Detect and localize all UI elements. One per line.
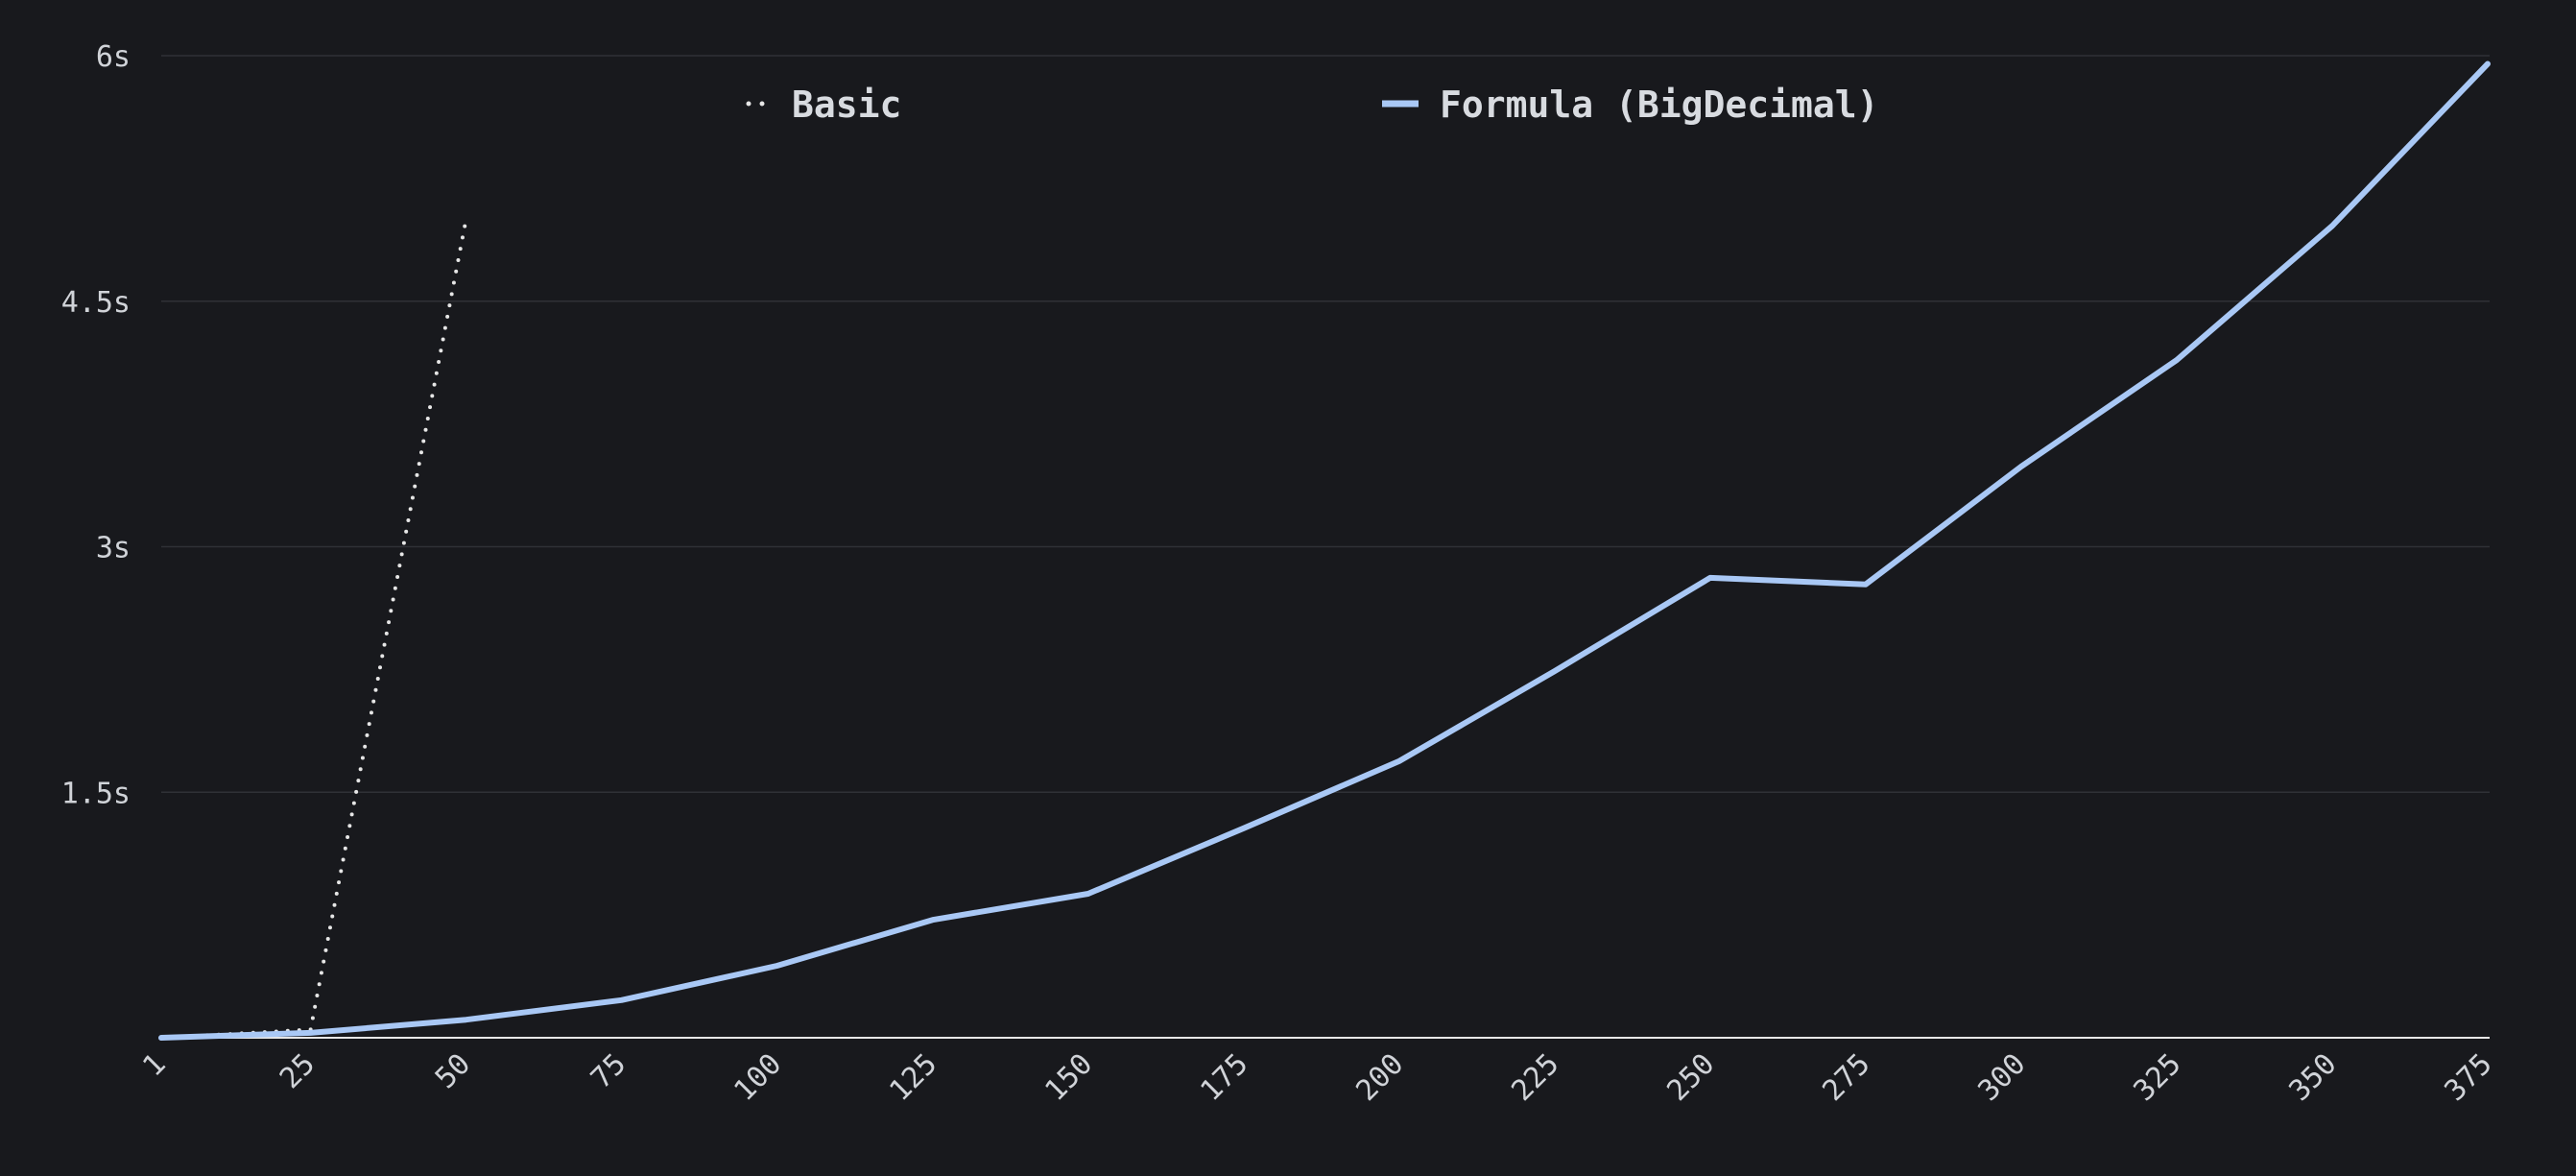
y-tick-label-3: 6s xyxy=(96,40,131,74)
line-chart: 1.5s3s4.5s6s 1 25 50 75 100 125 150 175 200 225 25… xyxy=(61,40,2499,1108)
legend-label-0: Basic xyxy=(792,84,901,126)
x-axis-ticks: 1 25 50 75 100 125 150 175 200 225 250 275 300 325 350… xyxy=(136,1047,2499,1108)
series-line-1 xyxy=(158,60,2491,1041)
x-tick-label-10: 250 xyxy=(1660,1047,1721,1108)
x-tick-label-0: 1 xyxy=(136,1047,173,1084)
y-tick-label-1: 3s xyxy=(96,532,131,565)
x-tick-label-6: 150 xyxy=(1038,1047,1099,1108)
x-tick-label-13: 325 xyxy=(2128,1047,2188,1108)
x-tick-label-7: 175 xyxy=(1194,1047,1254,1108)
y-axis-ticks: 1.5s 3s 4.5s 6s xyxy=(61,40,131,810)
x-tick-label-9: 225 xyxy=(1505,1047,1565,1108)
x-tick-label-2: 50 xyxy=(429,1047,477,1095)
y-tick-label-2: 4.5s xyxy=(61,286,131,320)
x-tick-label-5: 125 xyxy=(883,1047,943,1108)
x-tick-label-3: 75 xyxy=(584,1047,632,1095)
x-tick-label-11: 275 xyxy=(1816,1047,1876,1108)
x-tick-label-12: 300 xyxy=(1971,1047,2032,1108)
series-lines xyxy=(158,60,2491,1041)
x-tick-label-8: 200 xyxy=(1349,1047,1410,1108)
x-tick-label-4: 100 xyxy=(727,1047,788,1108)
x-tick-label-15: 375 xyxy=(2439,1047,2499,1108)
legend: Basic Formula (BigDecimal) xyxy=(746,84,1879,126)
chart: 1.5s 3s 4.5s 6s 1 25 50 75 100 125 150 175 200 225 25… xyxy=(0,0,2576,1176)
x-tick-label-1: 25 xyxy=(274,1047,322,1095)
x-tick-label-14: 350 xyxy=(2283,1047,2344,1108)
grid-lines xyxy=(161,55,2490,793)
legend-label-1: Formula (BigDecimal) xyxy=(1440,84,1879,126)
y-tick-label-0: 1.5s xyxy=(61,777,131,810)
series-line-0 xyxy=(159,217,468,1040)
